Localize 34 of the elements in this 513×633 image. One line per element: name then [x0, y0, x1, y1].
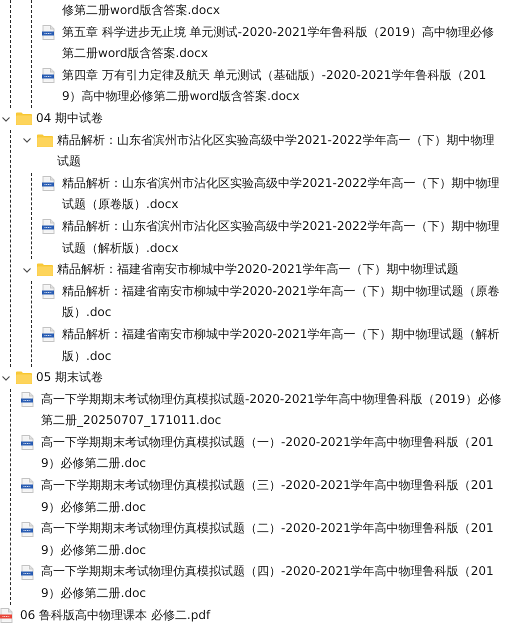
- word-document-icon: [21, 478, 34, 494]
- file-name[interactable]: 高一下学期期末考试物理仿真模拟试题（一）-2020-2021学年高中物理鲁科版（2019）必修第二册.doc: [41, 432, 503, 476]
- file-name[interactable]: 精品解析：山东省滨州市沾化区实验高级中学2021-2022学年高一（下）期中物理试题: [57, 130, 503, 173]
- word-document-icon: [21, 564, 34, 580]
- file-name[interactable]: 高一下学期期末考试物理仿真模拟试题（二）-2020-2021学年高中物理鲁科版（2019）必修第二册.doc: [41, 518, 503, 562]
- file-name[interactable]: 精品解析：福建省南安市柳城中学2020-2021学年高一（下）期中物理试题（解析版）.doc: [62, 324, 503, 368]
- file-name[interactable]: 第四章 万有引力定律及航天 单元测试（基础版）-2020-2021学年鲁科版（2019）高中物理必修第二册word版含答案.docx: [62, 64, 503, 108]
- pdf-file-icon: [0, 608, 13, 623]
- word-document-icon: [42, 68, 55, 84]
- file-name[interactable]: 精品解析：山东省滨州市沾化区实验高级中学2021-2022学年高一（下）期中物理试题（原卷版）.docx: [62, 172, 503, 216]
- word-document-icon: [42, 284, 55, 300]
- file-name[interactable]: 高一下学期期末考试物理仿真模拟试题-2020-2021学年高中物理鲁科版（2019）必修第二册_20250707_171011.doc: [41, 388, 503, 432]
- word-document-icon: [42, 176, 55, 192]
- file-name[interactable]: 05 期末试卷: [36, 367, 503, 389]
- file-name[interactable]: 精品解析：福建省南安市柳城中学2020-2021学年高一（下）期中物理试题（原卷版）.doc: [62, 280, 503, 324]
- file-name[interactable]: 04 期中试卷: [36, 108, 503, 130]
- word-document-icon: [21, 522, 34, 537]
- folder-icon: [16, 371, 32, 384]
- word-document-icon: [42, 24, 55, 40]
- file-name[interactable]: 修第二册word版含答案.docx: [62, 0, 503, 22]
- word-document-icon: [42, 327, 55, 342]
- folder-icon: [37, 263, 53, 276]
- folder-icon: [37, 134, 53, 147]
- word-document-icon: [21, 392, 34, 407]
- file-name[interactable]: 第五章 科学进步无止境 单元测试-2020-2021学年鲁科版（2019）高中物理必修第二册word版含答案.docx: [62, 22, 503, 65]
- file-name[interactable]: 高一下学期期末考试物理仿真模拟试题（四）-2020-2021学年高中物理鲁科版（2019）必修第二册.doc: [41, 561, 503, 605]
- file-name[interactable]: 06 鲁科版高中物理课本 必修二.pdf: [20, 604, 503, 626]
- file-name[interactable]: 精品解析：福建省南安市柳城中学2020-2021学年高一（下）期中物理试题: [57, 259, 503, 281]
- word-document-icon: [21, 435, 34, 450]
- word-document-icon: [42, 219, 55, 234]
- folder-icon: [16, 112, 32, 126]
- file-name[interactable]: 精品解析：山东省滨州市沾化区实验高级中学2021-2022学年高一（下）期中物理试题（解析版）.docx: [62, 216, 503, 260]
- file-name[interactable]: 高一下学期期末考试物理仿真模拟试题（三）-2020-2021学年高中物理鲁科版（2019）必修第二册.doc: [41, 475, 503, 518]
- chevron-icon[interactable]: [22, 135, 32, 146]
